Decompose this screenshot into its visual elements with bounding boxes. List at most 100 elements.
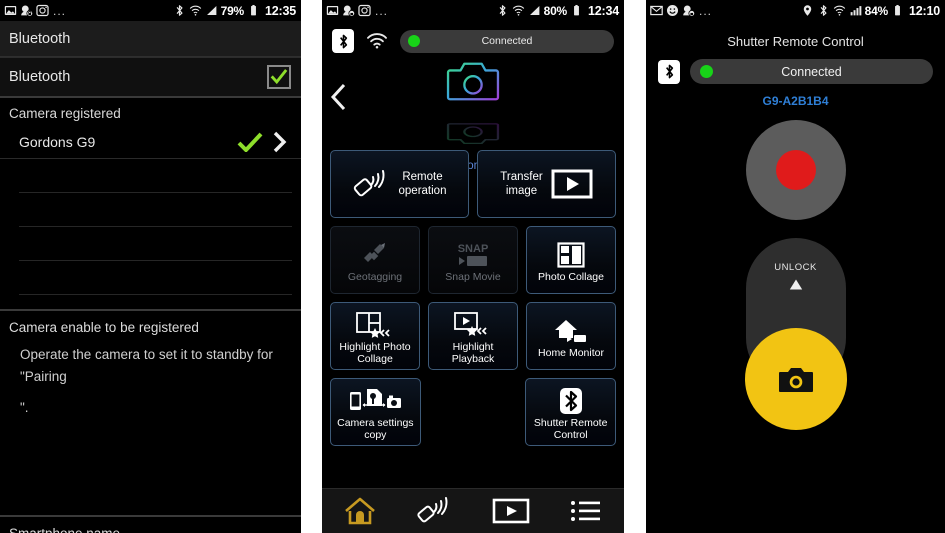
home-monitor-icon (551, 317, 591, 345)
connection-status-label: Connected (481, 35, 533, 47)
camera-registered-section: Camera registered Gordons G9 (0, 98, 301, 309)
camera-enable-body: Operate the camera to set it to standby … (20, 347, 273, 384)
statusbar-system-icons: 80% 12:34 (496, 4, 619, 18)
camera-settings-copy-icon (347, 387, 403, 415)
tile-label: Transfer image (500, 171, 543, 197)
statusbar-clock: 12:34 (588, 3, 619, 18)
nav-remote-operation-button[interactable] (398, 496, 474, 526)
empty-camera-row[interactable] (19, 159, 292, 193)
bluetooth-icon[interactable] (658, 59, 680, 84)
statusbar-notification-icons: ... (650, 4, 712, 18)
left-phone-screen: ... 79% 12:35 Bluetooth Bluetooth Camera… (0, 0, 301, 533)
remote-wave-icon (353, 170, 391, 198)
bluetooth-toggle-label: Bluetooth (9, 69, 71, 85)
tile-label: Shutter Remote Control (533, 417, 608, 441)
tile-label: Geotagging (347, 271, 403, 283)
satellite-icon (360, 241, 390, 269)
wifi-icon[interactable] (366, 32, 388, 50)
tile-camera-settings-copy[interactable]: Camera settings copy (330, 378, 421, 446)
statusbar-clock: 12:35 (265, 3, 296, 18)
left-statusbar: ... 79% 12:35 (0, 0, 301, 21)
registered-camera-name: Gordons G9 (19, 133, 96, 150)
feature-tile-grid: Remote operation Transfer image Geotaggi… (322, 150, 624, 446)
tile-geotagging[interactable]: Geotagging (330, 226, 420, 294)
tile-label: Remote operation (398, 171, 447, 197)
connection-status-pill[interactable]: Connected (690, 59, 933, 84)
more-dots-icon: ... (699, 3, 713, 18)
shutter-control-area: UNLOCK (744, 238, 847, 430)
device-id-label: G9-A2B1B4 (762, 94, 829, 108)
tile-snap-movie[interactable]: SNAP Snap Movie (428, 226, 518, 294)
tile-shutter-remote-control[interactable]: Shutter Remote Control (525, 378, 617, 446)
battery-percent-label: 84% (864, 3, 889, 18)
shutter-button[interactable] (744, 328, 847, 430)
battery-icon (570, 4, 583, 17)
contacts-sync-icon (342, 4, 356, 17)
snap-movie-icon: SNAP (451, 241, 495, 269)
connection-status-pill[interactable]: Connected (400, 29, 614, 53)
camera-enable-section: Camera enable to be registered Operate t… (0, 311, 301, 419)
tile-photo-collage[interactable]: Photo Collage (526, 226, 616, 294)
tile-label: Highlight Playback (451, 341, 495, 365)
nav-home-button[interactable] (322, 496, 398, 526)
bottom-navigation-bar (322, 488, 624, 533)
camera-registered-header: Camera registered (9, 106, 121, 121)
tile-highlight-photo-collage[interactable]: Highlight Photo Collage (330, 302, 420, 370)
tile-transfer-image[interactable]: Transfer image (477, 150, 616, 218)
unlock-label: UNLOCK (774, 262, 817, 273)
location-pin-icon (801, 4, 814, 17)
empty-camera-row[interactable] (19, 261, 292, 295)
mid-phone-screen: ... 80% 12:34 Connected Gordons G9 Remot… (322, 0, 624, 533)
camera-icon (778, 367, 813, 392)
signal-icon (205, 4, 218, 17)
wifi-icon (833, 4, 846, 17)
right-phone-screen: ... 84% 12:10 Shutter Remote Control Con… (646, 0, 945, 533)
bluetooth-checkbox[interactable] (267, 65, 291, 89)
statusbar-system-icons: 84% 12:10 (801, 4, 940, 18)
mail-icon (650, 4, 663, 17)
tile-row: Highlight Photo Collage Highlight Playback (330, 302, 616, 370)
tile-label: Photo Collage (538, 271, 604, 283)
panel-gap (301, 0, 322, 533)
empty-camera-row[interactable] (19, 193, 292, 227)
contacts-sync-icon (682, 4, 696, 17)
tile-label: Highlight Photo Collage (339, 341, 411, 365)
tile-remote-operation[interactable]: Remote operation (330, 150, 469, 218)
statusbar-notification-icons: ... (4, 4, 66, 18)
registered-camera-row[interactable]: Gordons G9 (0, 125, 301, 159)
connection-bar: Connected (646, 59, 945, 84)
page-title: Bluetooth (0, 21, 301, 57)
battery-percent-label: 80% (543, 3, 568, 18)
camera-enable-body-2: ". (20, 400, 29, 415)
record-button-area (646, 120, 945, 220)
more-dots-icon: ... (375, 3, 389, 18)
camera-enable-header: Camera enable to be registered (9, 320, 199, 335)
nav-menu-button[interactable] (549, 499, 625, 523)
tile-highlight-playback[interactable]: Highlight Playback (428, 302, 518, 370)
right-statusbar: ... 84% 12:10 (646, 0, 945, 21)
record-button[interactable] (745, 120, 846, 220)
triangle-up-icon (746, 279, 846, 290)
battery-icon (891, 4, 904, 17)
nav-transfer-image-button[interactable] (473, 498, 549, 524)
photo-collage-icon (557, 241, 585, 269)
bluetooth-badge-icon (558, 387, 584, 415)
connection-bar: Connected (322, 21, 624, 53)
more-dots-icon: ... (53, 3, 67, 18)
signal-icon (849, 4, 862, 17)
empty-camera-row[interactable] (19, 227, 292, 261)
chevron-right-icon[interactable] (265, 131, 293, 153)
bluetooth-icon[interactable] (332, 29, 354, 53)
bluetooth-toggle-row[interactable]: Bluetooth (0, 57, 301, 98)
page-title: Shutter Remote Control (727, 34, 864, 49)
statusbar-notification-icons: ... (326, 4, 388, 18)
record-dot-icon (775, 150, 816, 190)
panel-gap (624, 0, 646, 533)
bluetooth-icon (496, 4, 509, 17)
tile-home-monitor[interactable]: Home Monitor (526, 302, 616, 370)
connection-status-label: Connected (781, 64, 842, 79)
svg-text:SNAP: SNAP (458, 243, 489, 255)
smartphone-name-header: Smartphone name (9, 526, 292, 533)
smartphone-name-section: Smartphone name SM-G930F (0, 517, 301, 533)
check-icon (235, 132, 265, 152)
